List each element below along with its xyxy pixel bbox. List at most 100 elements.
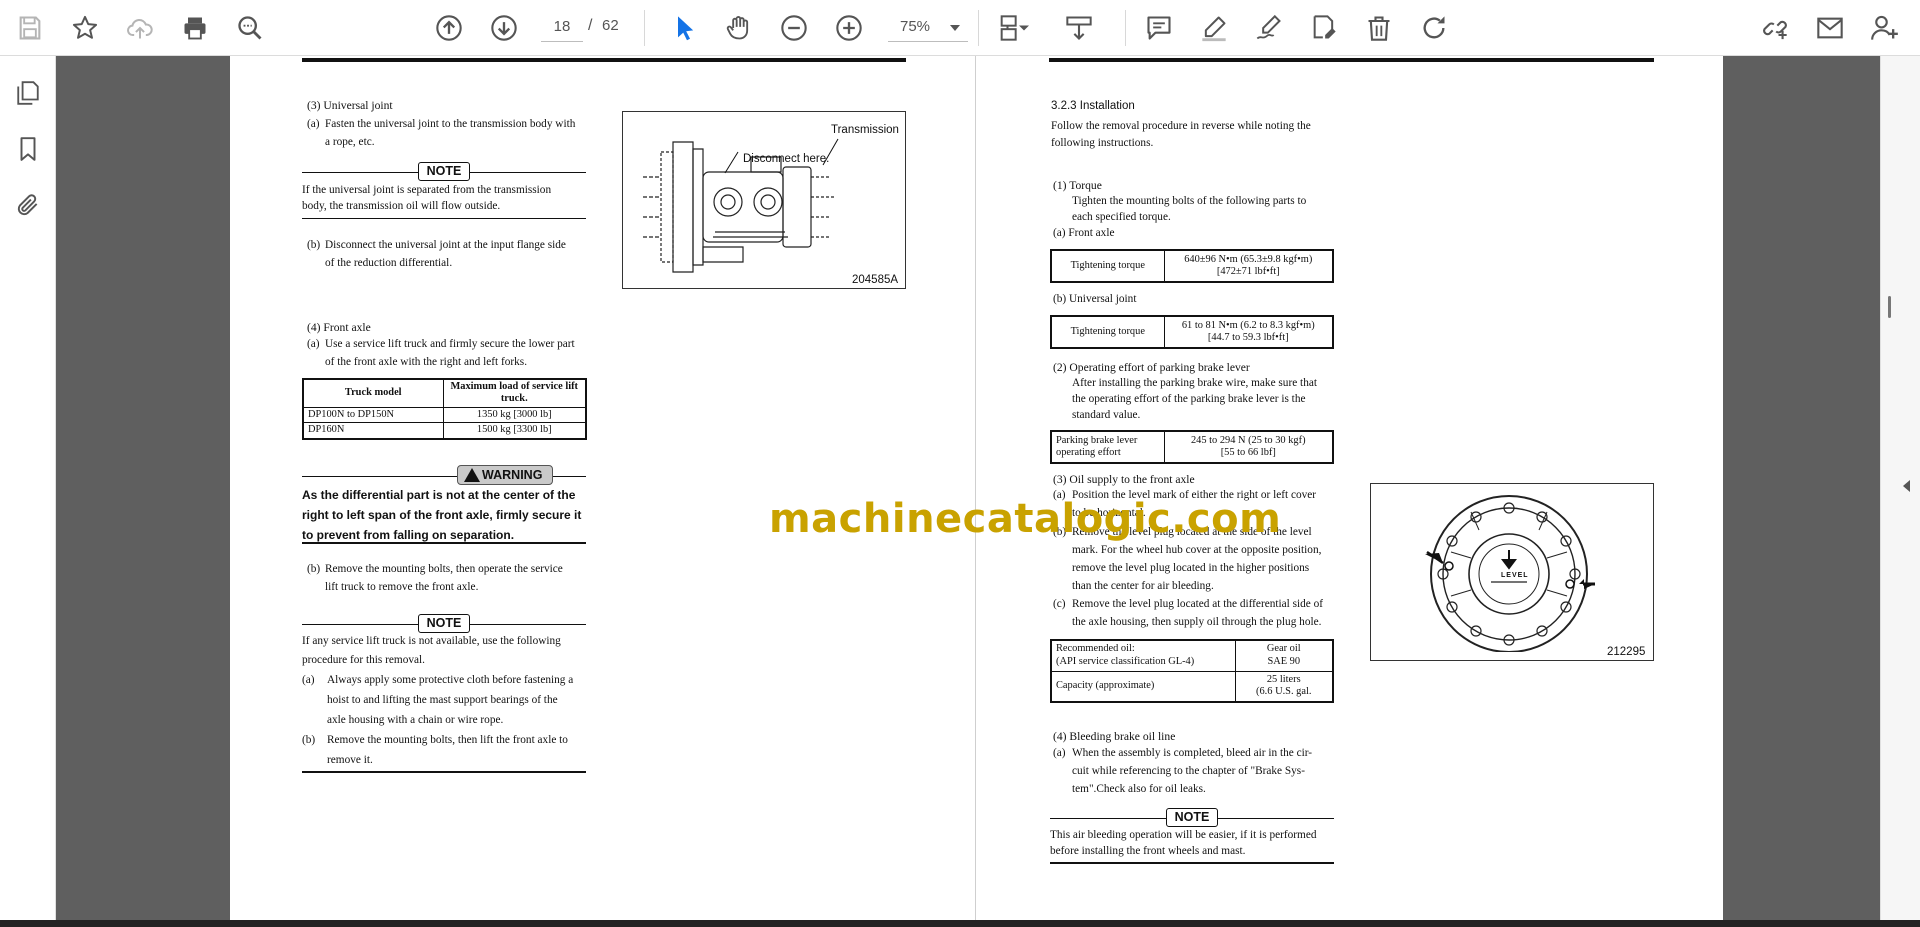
table-cell: 1350 kg [3000 lb] xyxy=(442,406,587,424)
table-row: DP100N to DP150N 1350 kg [3000 lb] xyxy=(302,406,587,424)
note-text: Remove the mounting bolts, then lift the… xyxy=(327,734,568,746)
cell-line: 25 liters xyxy=(1266,673,1301,685)
figure-code: 204585A xyxy=(852,274,899,286)
warning-triangle-icon xyxy=(464,468,480,482)
zoom-search-icon[interactable] xyxy=(233,11,267,45)
cell-line: 245 to 294 N (25 to 30 kgf) xyxy=(1190,434,1306,446)
body-text: Use a service lift truck and firmly secu… xyxy=(325,338,575,350)
table-header: Maximum load of service lift truck. xyxy=(442,378,587,408)
cell-line: Recommended oil: xyxy=(1056,643,1135,655)
body-text: Follow the removal procedure in reverse … xyxy=(1051,120,1311,132)
torque-value: 61 to 81 N•m (6.2 to 8.3 kgf•m) xyxy=(1181,319,1315,331)
pages-thumbnail-icon[interactable] xyxy=(11,76,45,110)
highlight-pen-icon[interactable] xyxy=(1197,11,1231,45)
section-heading-torque: (1) Torque xyxy=(1053,179,1102,192)
table-cell: 640±96 N•m (65.3±9.8 kgf•m) [472±71 lbf•f… xyxy=(1163,249,1334,283)
table-cell: Parking brake lever operating effort xyxy=(1050,430,1165,464)
note-text: hoist to and lifting the mast support be… xyxy=(327,694,558,706)
figure-wheel-hub-level: LEVEL 212295 xyxy=(1370,483,1654,661)
service-lift-load-table: Truck model Maximum load of service lift… xyxy=(302,378,587,440)
print-icon[interactable] xyxy=(178,11,212,45)
bookmark-star-icon[interactable] xyxy=(68,11,102,45)
cell-line: (API service classification GL-4) xyxy=(1056,655,1195,667)
bookmarks-icon[interactable] xyxy=(11,132,45,166)
list-marker: (b) xyxy=(302,734,316,746)
page-up-icon[interactable] xyxy=(432,11,466,45)
note-text: axle housing with a chain or wire rope. xyxy=(327,714,504,726)
note-text: This air bleeding operation will be easi… xyxy=(1050,829,1317,841)
add-user-icon[interactable] xyxy=(1868,11,1902,45)
figure-universal-joint: Transmission Disconnect here. 204585A xyxy=(622,111,906,289)
figure-code: 212295 xyxy=(1607,646,1646,658)
list-marker: (b) xyxy=(307,563,321,575)
section-heading-oil-supply: (3) Oil supply to the front axle xyxy=(1053,473,1195,486)
oil-spec-table: Recommended oil: (API service classificat… xyxy=(1050,639,1334,703)
zoom-select[interactable]: 75% xyxy=(888,12,968,42)
universal-joint-torque-table: Tightening torque 61 to 81 N•m (6.2 to 8… xyxy=(1050,315,1334,349)
select-cursor-icon[interactable] xyxy=(668,11,702,45)
body-text: the operating effort of the parking brak… xyxy=(1072,393,1306,405)
scrollbar-thumb[interactable] xyxy=(1888,296,1891,318)
table-row: DP160N 1500 kg [3300 lb] xyxy=(302,422,587,440)
figure-label-transmission: Transmission xyxy=(831,124,899,136)
rotate-icon[interactable] xyxy=(1417,11,1451,45)
document-page-right: 3.2.3 Installation Follow the removal pr… xyxy=(976,56,1723,920)
table-cell: DP160N xyxy=(302,422,444,440)
email-icon[interactable] xyxy=(1813,11,1847,45)
section-heading-bleeding: (4) Bleeding brake oil line xyxy=(1053,730,1176,743)
document-page-left: (3) Universal joint (a) Fasten the unive… xyxy=(230,56,975,920)
note-text: remove it. xyxy=(327,754,373,766)
stamp-edit-icon[interactable] xyxy=(1307,11,1341,45)
warning-line: right to left span of the front axle, fi… xyxy=(302,508,582,522)
table-header: Truck model xyxy=(302,378,444,408)
list-marker: (a) xyxy=(302,674,315,686)
body-text: After installing the parking brake wire,… xyxy=(1072,377,1317,389)
scroll-mode-icon[interactable] xyxy=(1062,11,1096,45)
body-text: of the front axle with the right and lef… xyxy=(325,356,528,368)
table-row: Capacity (approximate) 25 liters (6.6 U.S… xyxy=(1050,670,1334,703)
cloud-upload-icon[interactable] xyxy=(123,11,157,45)
table-cell: Capacity (approximate) xyxy=(1050,670,1236,703)
chevron-down-icon[interactable] xyxy=(1014,11,1034,45)
document-viewer[interactable]: (3) Universal joint (a) Fasten the unive… xyxy=(56,56,1880,920)
body-text: Remove the mounting bolts, then operate … xyxy=(325,563,563,575)
table-cell: 1500 kg [3300 lb] xyxy=(442,422,587,440)
toolbar: / 62 75% xyxy=(0,0,1920,56)
torque-value: [472±71 lbf•ft] xyxy=(1216,266,1280,277)
note-text: before installing the front wheels and m… xyxy=(1050,845,1246,857)
section-heading-universal-joint: (3) Universal joint xyxy=(307,99,393,112)
list-marker: (b) xyxy=(307,239,321,251)
warning-badge: WARNING xyxy=(457,465,553,485)
page-down-icon[interactable] xyxy=(487,11,521,45)
cell-line: [55 to 66 lbf] xyxy=(1220,447,1276,458)
parking-brake-effort-table: Parking brake lever operating effort 245 … xyxy=(1050,430,1334,464)
note-text: body, the transmission oil will flow out… xyxy=(302,200,501,212)
body-text: Remove the level plug located at the dif… xyxy=(1072,598,1324,610)
note-text: Always apply some protective cloth befor… xyxy=(327,674,574,686)
body-text: each specified torque. xyxy=(1072,211,1171,223)
table-cell: 61 to 81 N•m (6.2 to 8.3 kgf•m) [44.7 to … xyxy=(1163,315,1334,349)
list-marker: (a) Front axle xyxy=(1053,227,1115,239)
body-text: than the center for air bleeding. xyxy=(1072,580,1214,592)
zoom-in-icon[interactable] xyxy=(832,11,866,45)
hand-pan-icon[interactable] xyxy=(722,11,756,45)
table-cell: 245 to 294 N (25 to 30 kgf) [55 to 66 lbf… xyxy=(1163,430,1334,464)
table-cell: Tightening torque xyxy=(1050,315,1165,349)
zoom-value: 75% xyxy=(900,18,931,35)
comment-icon[interactable] xyxy=(1142,11,1176,45)
warning-label: WARNING xyxy=(482,468,543,482)
body-text: following instructions. xyxy=(1051,137,1154,149)
save-icon[interactable] xyxy=(13,11,47,45)
list-marker: (b) Universal joint xyxy=(1053,293,1137,305)
zoom-out-icon[interactable] xyxy=(777,11,811,45)
body-text: remove the level plug located in the hig… xyxy=(1072,562,1310,574)
table-cell: Recommended oil: (API service classificat… xyxy=(1050,639,1236,672)
delete-icon[interactable] xyxy=(1362,11,1396,45)
list-marker: (c) xyxy=(1053,598,1066,610)
draw-signature-icon[interactable] xyxy=(1252,11,1286,45)
share-link-icon[interactable] xyxy=(1758,11,1792,45)
expand-right-panel-icon[interactable] xyxy=(1903,480,1910,492)
body-text: of the reduction differential. xyxy=(325,257,453,269)
page-number-input[interactable] xyxy=(541,12,583,42)
attachments-icon[interactable] xyxy=(11,188,45,222)
